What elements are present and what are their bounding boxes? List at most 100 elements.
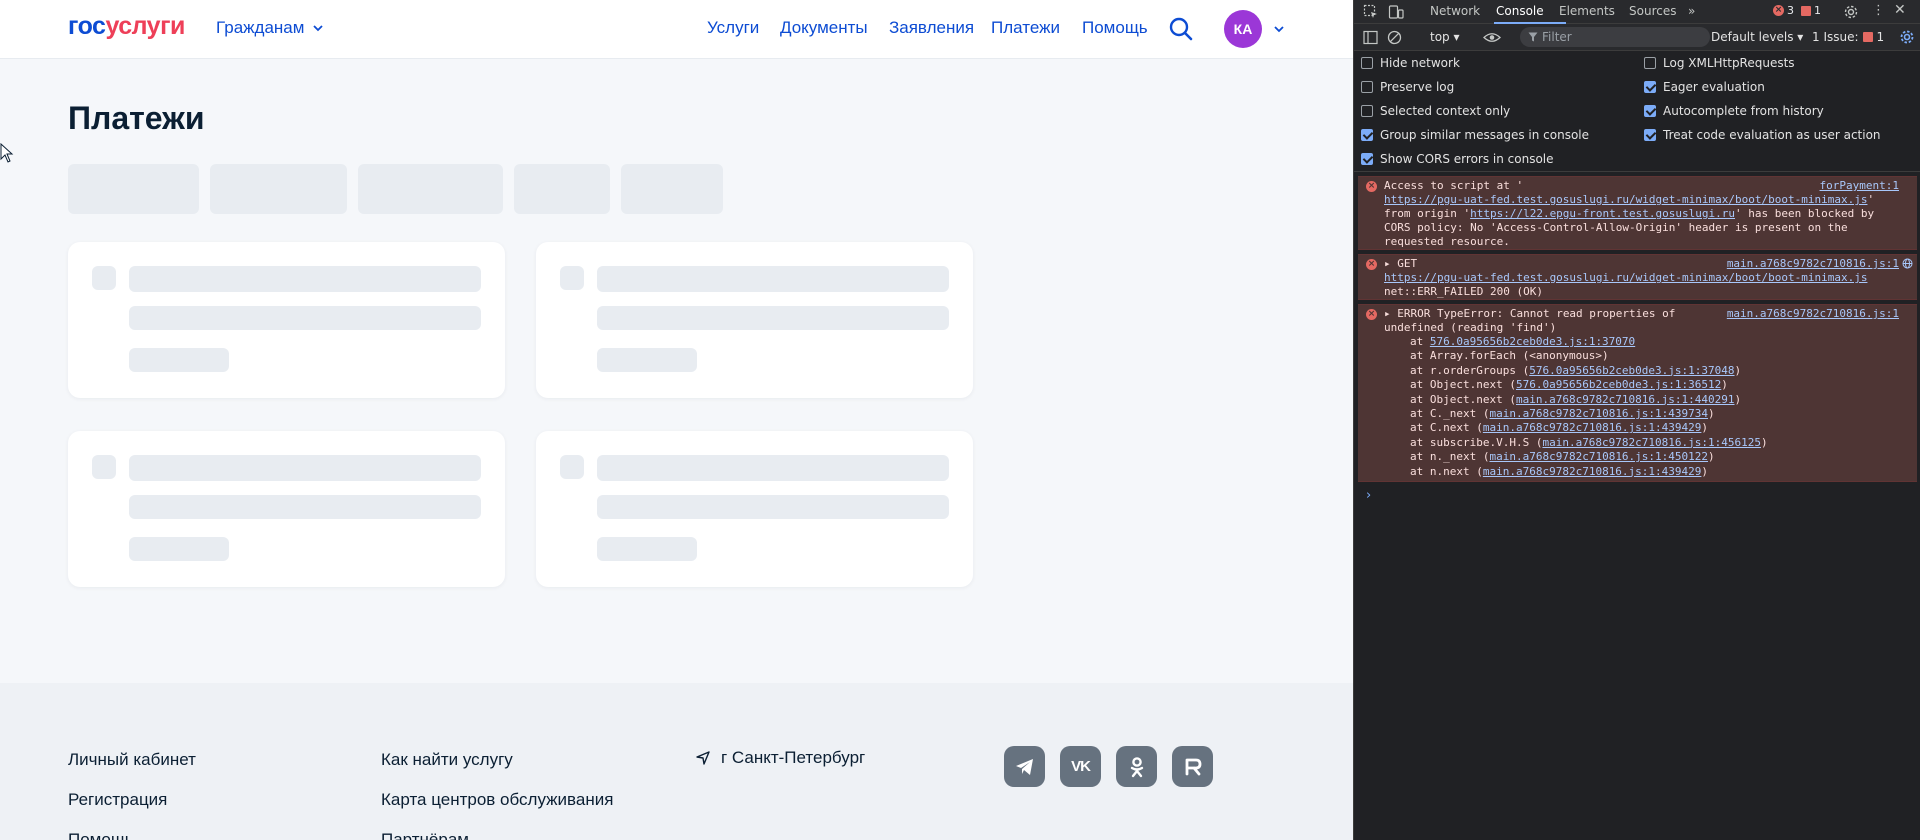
gear-icon[interactable] [1843, 4, 1859, 20]
console-settings-gear-icon[interactable] [1899, 29, 1915, 45]
tab-console[interactable]: Console [1496, 4, 1544, 18]
footer-link-help[interactable]: Помощь [68, 830, 134, 840]
site-header: госуслуги Гражданам Услуги Документы Зая… [0, 0, 1353, 59]
message-source-link[interactable]: forPayment:1 [1820, 179, 1899, 192]
stack-frame-link[interactable]: 576.0a95656b2ceb0de3.js:1:37048 [1529, 364, 1734, 377]
stack-frame-link[interactable]: main.a768c9782c710816.js:1:456125 [1542, 436, 1761, 449]
message-text: CORS policy: No 'Access-Control-Allow-Or… [1384, 221, 1848, 234]
stack-frame-link[interactable]: main.a768c9782c710816.js:1:439734 [1489, 407, 1708, 420]
checkbox-checked[interactable] [1361, 129, 1373, 141]
stack-frame-link[interactable]: 576.0a95656b2ceb0de3.js:1:36512 [1516, 378, 1721, 391]
checkbox-checked[interactable] [1361, 153, 1373, 165]
rutube-icon[interactable] [1172, 746, 1213, 787]
mouse-cursor-icon [0, 143, 14, 163]
tab-network[interactable]: Network [1430, 4, 1480, 18]
message-source-link[interactable]: main.a768c9782c710816.js:1 [1727, 257, 1899, 270]
more-tabs-icon[interactable]: » [1688, 4, 1695, 18]
stack-frame: at 576.0a95656b2ceb0de3.js:1:37070 [1410, 335, 1635, 348]
footer-link-partners[interactable]: Партнёрам [381, 830, 469, 840]
checkbox[interactable] [1361, 105, 1373, 117]
skeleton-line [129, 537, 229, 561]
option-treat-as-user-action[interactable]: Treat code evaluation as user action [1644, 128, 1881, 142]
stack-frame-link[interactable]: 576.0a95656b2ceb0de3.js:1:37070 [1430, 335, 1635, 348]
nav-payments[interactable]: Платежи [991, 18, 1060, 38]
option-preserve-log[interactable]: Preserve log [1361, 80, 1454, 94]
checkbox-checked[interactable] [1644, 81, 1656, 93]
expand-triangle-icon[interactable]: ▸ [1384, 307, 1391, 320]
stack-frame-text: at n._next ( [1410, 450, 1490, 464]
error-icon: × [1366, 309, 1377, 320]
option-log-xhr[interactable]: Log XMLHttpRequests [1644, 56, 1795, 70]
option-show-cors[interactable]: Show CORS errors in console [1361, 152, 1554, 166]
message-url-link[interactable]: https://l22.epgu-front.test.gosuslugi.ru [1470, 207, 1735, 220]
stack-frame-link[interactable]: main.a768c9782c710816.js:1:439429 [1483, 421, 1702, 434]
kebab-menu-icon[interactable]: ⋮ [1872, 3, 1885, 18]
context-selector[interactable]: top ▾ [1430, 30, 1460, 44]
message-url-link[interactable]: https://pgu-uat-fed.test.gosuslugi.ru/wi… [1384, 271, 1867, 284]
stack-frame-link[interactable]: main.a768c9782c710816.js:1:440291 [1516, 393, 1735, 406]
option-group-similar[interactable]: Group similar messages in console [1361, 128, 1589, 142]
checkbox[interactable] [1361, 81, 1373, 93]
user-avatar[interactable]: КА [1224, 10, 1262, 48]
console-filter-input[interactable]: Filter [1520, 27, 1710, 47]
chevron-down-icon[interactable] [1272, 22, 1286, 36]
stack-frame: at Object.next (576.0a95656b2ceb0de3.js:… [1410, 378, 1728, 391]
log-levels-dropdown[interactable]: Default levels ▾ [1711, 30, 1803, 44]
nav-documents[interactable]: Документы [780, 18, 868, 38]
audience-selector[interactable]: Гражданам [216, 18, 324, 38]
issue-count: 1 [1814, 4, 1821, 17]
skeleton-card [536, 242, 973, 398]
stack-frame-link[interactable]: main.a768c9782c710816.js:1:450122 [1489, 450, 1708, 463]
search-icon[interactable] [1168, 16, 1194, 42]
option-label: Treat code evaluation as user action [1663, 128, 1881, 142]
option-selected-context[interactable]: Selected context only [1361, 104, 1510, 118]
filter-placeholder: Filter [1542, 30, 1572, 44]
expand-triangle-icon[interactable]: ▸ [1384, 257, 1391, 270]
footer-link-registration[interactable]: Регистрация [68, 790, 167, 810]
clear-console-icon[interactable] [1387, 30, 1402, 45]
inspect-element-icon[interactable] [1363, 4, 1379, 20]
checkbox[interactable] [1361, 57, 1373, 69]
checkbox-checked[interactable] [1644, 105, 1656, 117]
message-text: Access to script at ' [1384, 179, 1524, 192]
issues-button[interactable]: 1 Issue: 1 [1812, 30, 1884, 44]
eye-icon[interactable] [1483, 31, 1501, 44]
footer-link-find-service[interactable]: Как найти услугу [381, 750, 513, 770]
option-eager-eval[interactable]: Eager evaluation [1644, 80, 1765, 94]
message-source-link[interactable]: main.a768c9782c710816.js:1 [1727, 307, 1899, 320]
console-settings-pane: Hide network Preserve log Selected conte… [1354, 51, 1920, 172]
checkbox-checked[interactable] [1644, 129, 1656, 141]
network-globe-icon[interactable] [1902, 258, 1913, 269]
stack-frame-text: ) [1701, 421, 1709, 435]
skeleton-line [129, 306, 481, 330]
option-hide-network[interactable]: Hide network [1361, 56, 1460, 70]
vk-icon[interactable]: VK [1060, 746, 1101, 787]
stack-frame-link[interactable]: main.a768c9782c710816.js:1:439429 [1483, 465, 1702, 478]
error-count: 3 [1787, 4, 1794, 17]
stack-frame-text: ) [1734, 392, 1742, 406]
message-url-link[interactable]: https://pgu-uat-fed.test.gosuslugi.ru/wi… [1384, 193, 1867, 206]
error-counter[interactable]: × 3 1 [1773, 4, 1821, 17]
gosuslugi-logo[interactable]: госуслуги [68, 12, 185, 41]
skeleton-tab [358, 164, 503, 214]
nav-services[interactable]: Услуги [707, 18, 759, 38]
tab-elements[interactable]: Elements [1559, 4, 1615, 18]
footer-link-cabinet[interactable]: Личный кабинет [68, 750, 196, 770]
city-selector[interactable]: г Санкт-Петербург [695, 748, 865, 768]
checkbox[interactable] [1644, 57, 1656, 69]
console-error-message[interactable]: × main.a768c9782c710816.js:1 ▸ ERROR Typ… [1358, 304, 1917, 482]
telegram-icon[interactable] [1004, 746, 1045, 787]
nav-applications[interactable]: Заявления [889, 18, 974, 38]
error-icon: × [1366, 259, 1377, 270]
close-icon[interactable]: ✕ [1894, 2, 1906, 18]
sidebar-toggle-icon[interactable] [1363, 30, 1378, 45]
console-error-message[interactable]: × main.a768c9782c710816.js:1 ▸ GET https… [1358, 254, 1917, 300]
ok-icon[interactable] [1116, 746, 1157, 787]
nav-help[interactable]: Помощь [1082, 18, 1148, 38]
option-autocomplete[interactable]: Autocomplete from history [1644, 104, 1824, 118]
console-prompt-chevron-icon[interactable]: › [1366, 488, 1371, 503]
footer-link-service-centers[interactable]: Карта центров обслуживания [381, 790, 613, 810]
device-toolbar-icon[interactable] [1388, 4, 1404, 20]
tab-sources[interactable]: Sources [1629, 4, 1676, 18]
stack-frame: at Array.forEach (<anonymous>) [1410, 349, 1609, 362]
